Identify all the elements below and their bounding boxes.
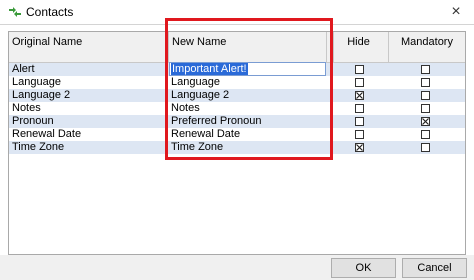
mandatory-checkbox[interactable] [421, 78, 430, 87]
hide-checkbox[interactable] [355, 78, 364, 87]
hide-checkbox[interactable] [355, 130, 364, 139]
original-name-cell: Pronoun [12, 115, 54, 127]
close-icon[interactable]: × [444, 2, 468, 22]
original-name-cell: Renewal Date [12, 128, 82, 140]
header-hide[interactable]: Hide [329, 32, 389, 62]
header-original-name[interactable]: Original Name [9, 32, 169, 62]
mandatory-checkbox[interactable] [421, 91, 430, 100]
ok-button[interactable]: OK [331, 258, 396, 278]
cancel-button[interactable]: Cancel [402, 258, 467, 278]
hide-checkbox[interactable] [355, 65, 364, 74]
original-name-cell: Language 2 [12, 89, 71, 101]
hide-checkbox[interactable] [355, 143, 364, 152]
app-icon [9, 7, 21, 17]
mandatory-checkbox[interactable] [421, 143, 430, 152]
hide-checkbox[interactable] [355, 91, 364, 100]
mandatory-checkbox[interactable] [421, 117, 430, 126]
original-name-cell: Language [12, 76, 61, 88]
window-title: Contacts [26, 5, 74, 19]
highlight-box [165, 18, 333, 160]
mandatory-checkbox[interactable] [421, 65, 430, 74]
hide-checkbox[interactable] [355, 104, 364, 113]
header-mandatory[interactable]: Mandatory [389, 32, 465, 62]
mandatory-checkbox[interactable] [421, 130, 430, 139]
hide-checkbox[interactable] [355, 117, 364, 126]
original-name-cell: Time Zone [12, 141, 65, 153]
original-name-cell: Alert [12, 63, 35, 75]
mandatory-checkbox[interactable] [421, 104, 430, 113]
original-name-cell: Notes [12, 102, 41, 114]
